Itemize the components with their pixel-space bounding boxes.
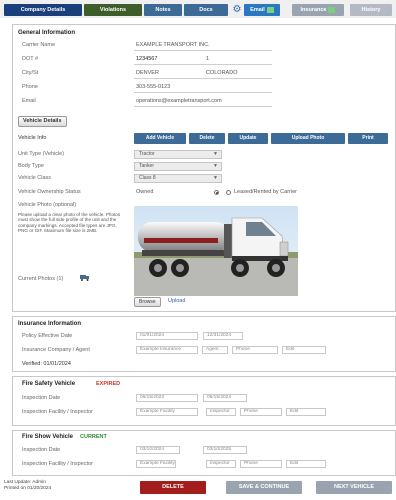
fire-phone-input[interactable]: Phone bbox=[240, 408, 282, 416]
badge-icon bbox=[266, 6, 274, 13]
agent-phone-input[interactable]: Phone bbox=[232, 346, 278, 354]
top-tab-bar: Company Details Violations Notes Docs ⚙ … bbox=[0, 0, 396, 18]
show-edit-input[interactable]: Edit bbox=[286, 460, 326, 468]
select-value: Class 8 bbox=[139, 175, 156, 181]
field-label: City/St bbox=[22, 70, 39, 76]
photo-count-label: Current Photos (1) bbox=[18, 276, 64, 282]
footer-info-line: Printed on 01/20/2024 bbox=[4, 485, 52, 491]
general-section-title: General Information bbox=[18, 30, 76, 36]
divider bbox=[134, 64, 272, 65]
edit-input[interactable]: Edit bbox=[282, 346, 326, 354]
city-value: DENVER bbox=[136, 70, 159, 76]
vehicle-details-button[interactable]: Vehicle Details bbox=[18, 116, 67, 127]
field-label: Policy Effective Date bbox=[22, 333, 73, 339]
verified-label: Verified: 01/01/2024 bbox=[22, 361, 71, 367]
policy-end-input[interactable]: 12/31/2024 bbox=[203, 332, 243, 340]
field-label: Email bbox=[22, 98, 36, 104]
field-label: Inspection Date bbox=[22, 395, 61, 401]
fire-inspection-expiry-input[interactable]: 06/15/2024 bbox=[203, 394, 247, 402]
dot-suffix-value: 1 bbox=[206, 56, 210, 62]
show-phone-input[interactable]: Phone bbox=[240, 460, 282, 468]
fire-inspector-input[interactable]: Inspector bbox=[206, 408, 236, 416]
field-label: Inspection Facility / Inspector bbox=[22, 461, 93, 467]
radio-owned-label: Owned bbox=[136, 189, 154, 195]
footer-info: Last Update: Admin Printed on 01/20/2024 bbox=[4, 480, 51, 491]
dot-number-value: 1234567 bbox=[136, 56, 158, 62]
gear-icon[interactable]: ⚙ bbox=[231, 4, 243, 16]
chevron-down-icon: ▼ bbox=[213, 175, 218, 181]
field-label: Vehicle Class bbox=[18, 175, 52, 181]
tab-docs[interactable]: Docs bbox=[184, 4, 228, 16]
browse-button[interactable]: Browse bbox=[134, 297, 161, 307]
truck-icon bbox=[80, 274, 90, 281]
update-vehicle-button[interactable]: Update bbox=[228, 133, 268, 144]
show-inspector-input[interactable]: Inspector bbox=[206, 460, 236, 468]
tab-email-label: Email bbox=[250, 7, 265, 13]
field-label: Insurance Company / Agent bbox=[22, 347, 90, 353]
upload-photo-button[interactable]: Upload Photo bbox=[271, 133, 345, 144]
show-inspection-date-input[interactable]: 03/10/2024 bbox=[136, 446, 180, 454]
fire-show-status: CURRENT bbox=[80, 434, 107, 440]
delete-button[interactable]: DELETE bbox=[140, 481, 206, 494]
show-facility-input[interactable]: Example Facility bbox=[136, 460, 176, 468]
photo-instructions: Please upload a clear photo of the vehic… bbox=[18, 212, 121, 234]
footer-info-line: Last Update: Admin bbox=[4, 480, 46, 485]
add-vehicle-button[interactable]: Add Vehicle bbox=[134, 133, 186, 144]
carrier-name-value: EXAMPLE TRANSPORT INC. bbox=[136, 42, 210, 48]
ownership-label: Vehicle Ownership Status bbox=[18, 189, 81, 195]
tab-notes[interactable]: Notes bbox=[144, 4, 182, 16]
divider bbox=[134, 106, 272, 107]
print-button[interactable]: Print bbox=[348, 133, 388, 144]
vehicle-photo bbox=[134, 206, 298, 296]
agent-input[interactable]: Agent bbox=[202, 346, 228, 354]
tab-company-details[interactable]: Company Details bbox=[4, 4, 82, 16]
vehicle-class-select[interactable]: Class 8 ▼ bbox=[134, 174, 222, 183]
field-label: Inspection Facility / Inspector bbox=[22, 409, 93, 415]
chevron-down-icon: ▼ bbox=[213, 151, 218, 157]
field-label: Unit Type (Vehicle) bbox=[18, 151, 65, 157]
next-vehicle-button[interactable]: NEXT VEHICLE bbox=[316, 481, 392, 494]
phone-value: 303-555-0123 bbox=[136, 84, 171, 90]
fire-safety-status: EXPIRED bbox=[96, 381, 121, 387]
unit-type-select[interactable]: Tractor ▼ bbox=[134, 150, 222, 159]
photo-label: Vehicle Photo (optional) bbox=[18, 202, 77, 208]
vehicle-info-label: Vehicle Info bbox=[18, 135, 47, 141]
fire-safety-title: Fire Safety Vehicle bbox=[22, 381, 76, 387]
divider bbox=[134, 50, 272, 51]
field-label: Carrier Name bbox=[22, 42, 56, 48]
tab-email[interactable]: Email bbox=[244, 4, 280, 16]
tab-insurance-label: Insurance bbox=[300, 7, 327, 13]
field-label: Body Type bbox=[18, 163, 44, 169]
field-label: Phone bbox=[22, 84, 38, 90]
email-value: operations@exampletransport.com bbox=[136, 98, 222, 104]
select-value: Tanker bbox=[139, 163, 155, 169]
body-type-select[interactable]: Tanker ▼ bbox=[134, 162, 222, 171]
fire-inspection-date-input[interactable]: 06/15/2023 bbox=[136, 394, 198, 402]
field-label: DOT # bbox=[22, 56, 39, 62]
insurance-company-input[interactable]: Example Insurance bbox=[136, 346, 198, 354]
upload-link[interactable]: Upload bbox=[168, 298, 185, 304]
tab-insurance[interactable]: Insurance bbox=[292, 4, 344, 16]
badge-icon bbox=[328, 6, 336, 13]
divider bbox=[134, 92, 272, 93]
radio-leased[interactable] bbox=[226, 190, 231, 195]
radio-owned[interactable] bbox=[214, 190, 219, 195]
fire-facility-input[interactable]: Example Facility bbox=[136, 408, 198, 416]
state-value: COLORADO bbox=[206, 70, 238, 76]
radio-leased-label: Leased/Rented by Carrier bbox=[234, 189, 297, 195]
field-label: Inspection Date bbox=[22, 447, 61, 453]
fire-show-title: Fire Show Vehicle bbox=[22, 434, 74, 440]
chevron-down-icon: ▼ bbox=[213, 163, 218, 169]
select-value: Tractor bbox=[139, 151, 155, 157]
save-continue-button[interactable]: SAVE & CONTINUE bbox=[226, 481, 302, 494]
policy-start-input[interactable]: 01/01/2024 bbox=[136, 332, 198, 340]
divider bbox=[134, 78, 272, 79]
delete-vehicle-button[interactable]: Delete bbox=[189, 133, 225, 144]
show-inspection-expiry-input[interactable]: 03/10/2025 bbox=[203, 446, 247, 454]
insurance-section-title: Insurance Information bbox=[18, 321, 82, 327]
tab-violations[interactable]: Violations bbox=[84, 4, 142, 16]
tab-history[interactable]: History bbox=[350, 4, 392, 16]
fire-edit-input[interactable]: Edit bbox=[286, 408, 326, 416]
